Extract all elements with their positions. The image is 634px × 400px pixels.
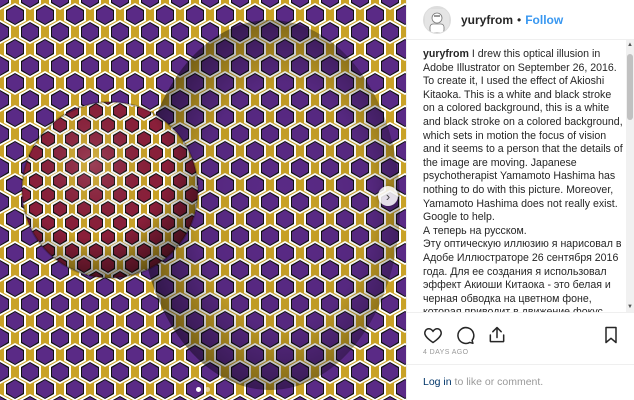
login-prompt-text: to like or comment. bbox=[451, 376, 544, 388]
save-button[interactable] bbox=[601, 325, 621, 345]
share-button[interactable] bbox=[487, 325, 507, 345]
comment-icon bbox=[457, 326, 475, 345]
comment-button[interactable] bbox=[455, 325, 475, 345]
next-image-button[interactable]: › bbox=[378, 186, 398, 206]
like-button[interactable] bbox=[423, 325, 443, 345]
login-prompt: Log in to like or comment. bbox=[407, 364, 634, 400]
separator-dot: • bbox=[517, 12, 522, 27]
post-sidebar: yuryfrom • Follow yuryfrom I drew this o… bbox=[406, 0, 634, 400]
caption-text: I drew this optical illusion in Adobe Il… bbox=[423, 48, 623, 224]
username-link[interactable]: yuryfrom bbox=[461, 13, 513, 27]
post-header: yuryfrom • Follow bbox=[407, 0, 634, 40]
bookmark-icon bbox=[605, 326, 617, 344]
caption-text-ru-heading: А теперь на русском. bbox=[423, 224, 527, 237]
chevron-right-icon: › bbox=[385, 188, 391, 204]
scroll-up-icon[interactable]: ▲ bbox=[627, 42, 633, 48]
heart-icon bbox=[424, 327, 442, 344]
login-link[interactable]: Log in bbox=[423, 376, 452, 388]
share-icon bbox=[489, 326, 505, 343]
carousel-dot bbox=[205, 387, 210, 392]
scroll-down-icon[interactable]: ▼ bbox=[627, 304, 633, 310]
avatar[interactable] bbox=[423, 5, 451, 34]
follow-button[interactable]: Follow bbox=[525, 13, 563, 27]
post-caption: yuryfrom I drew this optical illusion in… bbox=[407, 40, 634, 312]
post-timestamp[interactable]: 4 DAYS AGO bbox=[423, 349, 469, 356]
comments-scrollbar[interactable]: ▲ ▼ bbox=[626, 40, 634, 312]
post-image[interactable]: › bbox=[0, 0, 406, 400]
carousel-dot bbox=[196, 387, 201, 392]
action-bar bbox=[407, 312, 634, 350]
comments-area: yuryfrom I drew this optical illusion in… bbox=[407, 40, 634, 312]
carousel-dots bbox=[0, 387, 406, 392]
caption-username[interactable]: yuryfrom bbox=[423, 48, 469, 60]
scrollbar-thumb[interactable] bbox=[627, 54, 633, 120]
caption-text-ru: Эту оптическую иллюзию я нарисовал в Адо… bbox=[423, 238, 622, 312]
